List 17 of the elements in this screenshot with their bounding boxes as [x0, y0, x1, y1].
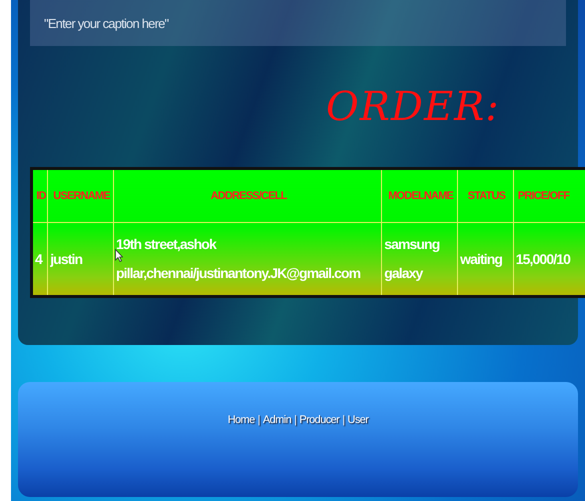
column-header: STATUS — [458, 168, 514, 222]
footer-link[interactable]: Admin — [262, 414, 292, 426]
column-header: ADDRESS/CELL — [113, 168, 382, 222]
link-separator: | — [294, 414, 296, 426]
page-title: ORDER: — [326, 84, 500, 130]
footer-link[interactable]: User — [347, 414, 368, 426]
column-header: USERNAME — [48, 168, 114, 222]
table-cell: waiting — [458, 222, 514, 296]
footer-link[interactable]: Home — [228, 414, 255, 426]
footer-link[interactable]: Producer — [299, 414, 340, 426]
column-header: ID — [32, 168, 48, 222]
column-header: MODELNAME — [382, 168, 458, 222]
table-cell: samsung galaxy — [382, 222, 458, 296]
link-separator: | — [342, 414, 344, 426]
pointer-icon — [115, 249, 123, 262]
link-separator: | — [258, 414, 260, 426]
table-cell: justin — [48, 222, 114, 296]
